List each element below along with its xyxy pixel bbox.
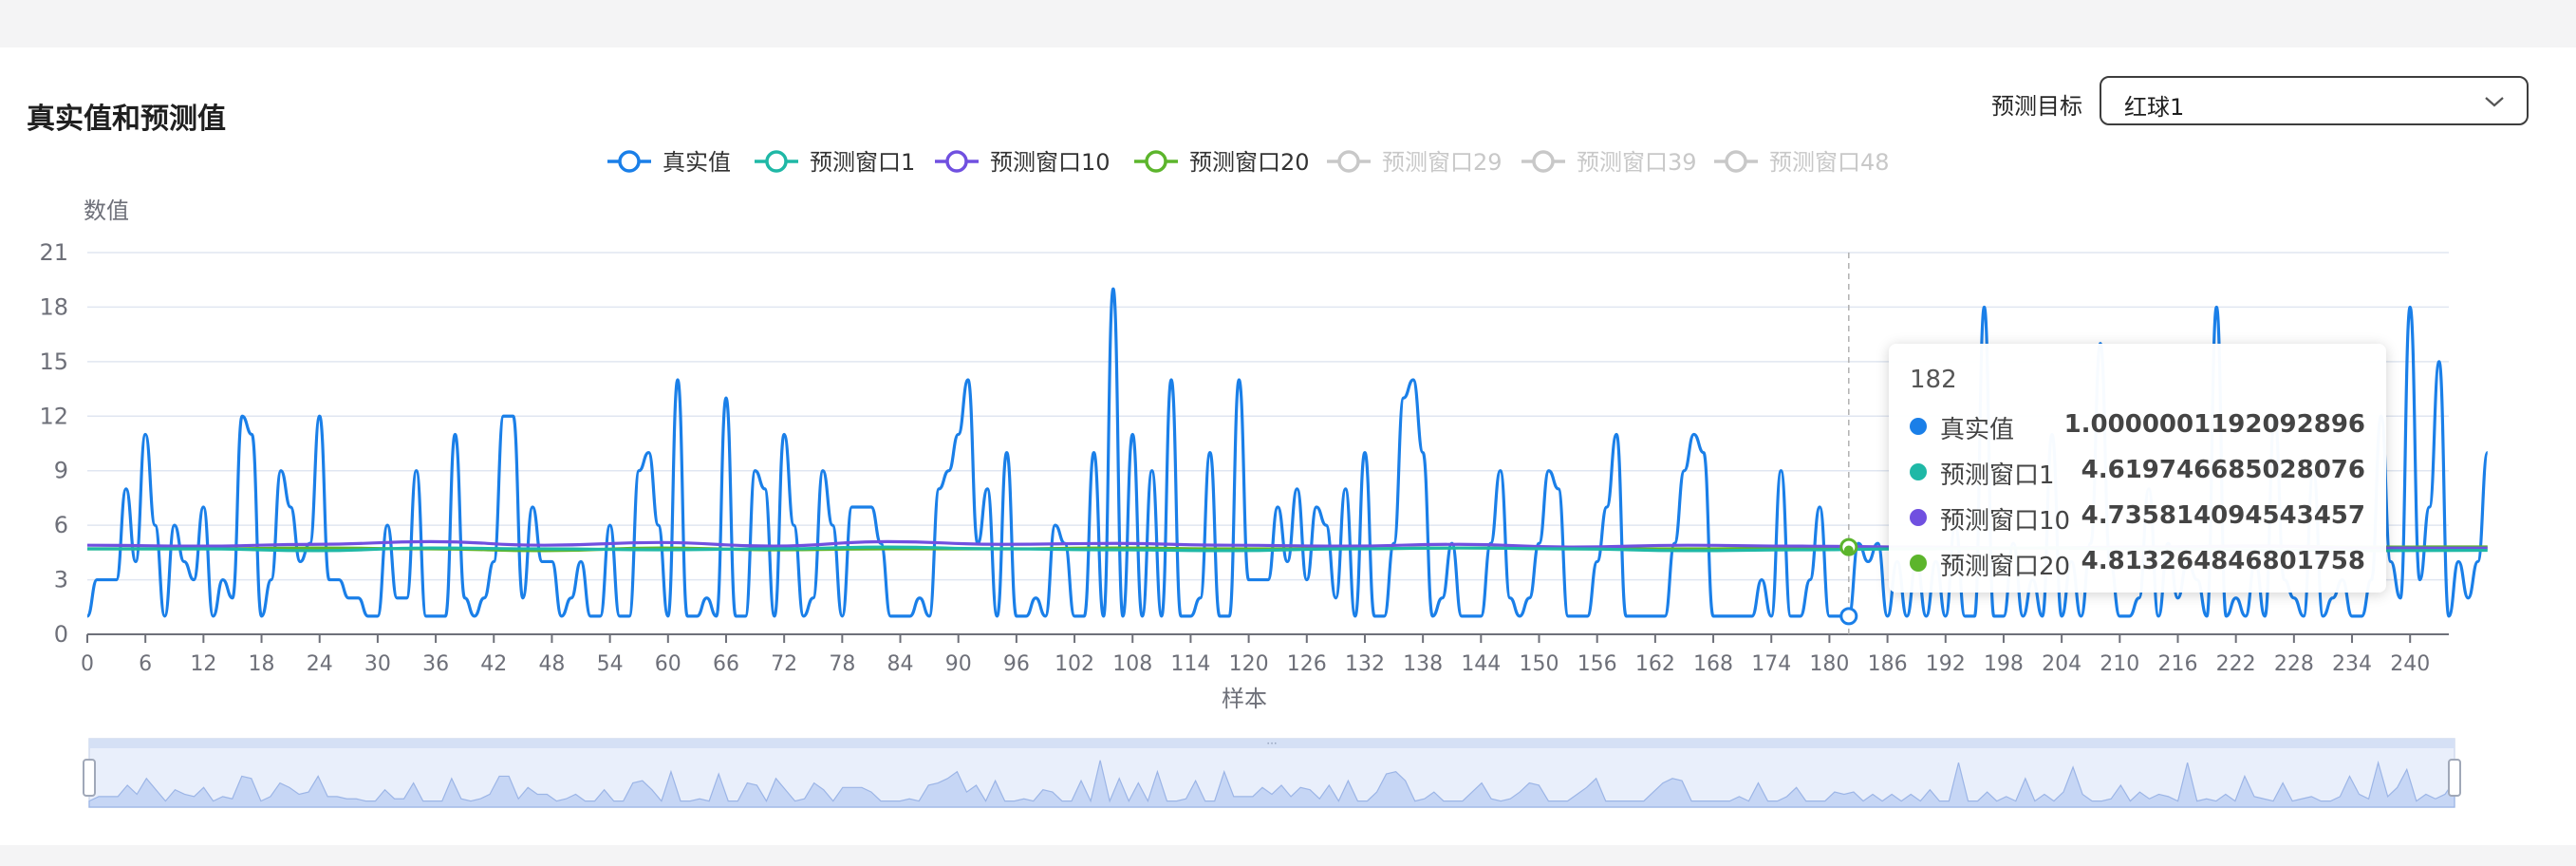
y-tick-label: 9 bbox=[54, 458, 68, 484]
legend-circle-icon bbox=[1337, 150, 1360, 173]
legend-item[interactable]: 真实值 bbox=[607, 149, 731, 176]
legend-item[interactable]: 预测窗口1 bbox=[755, 149, 915, 176]
x-tick-label: 54 bbox=[597, 652, 624, 676]
zoom-handle-left[interactable] bbox=[83, 759, 96, 797]
tooltip-row: 真实值 1.0000001192092896 bbox=[1910, 403, 2365, 448]
legend-label: 预测窗口39 bbox=[1577, 149, 1697, 176]
x-tick-label: 36 bbox=[422, 652, 449, 676]
x-tick-label: 234 bbox=[2332, 652, 2372, 676]
tooltip-dot-icon bbox=[1910, 509, 1927, 526]
legend-item[interactable]: 预测窗口20 bbox=[1134, 149, 1310, 176]
x-tick-label: 6 bbox=[139, 652, 152, 676]
y-tick-label: 12 bbox=[39, 403, 68, 429]
chart-tooltip: 182 真实值 1.0000001192092896 预测窗口1 4.61974… bbox=[1889, 344, 2386, 593]
legend-circle-icon bbox=[765, 150, 788, 173]
x-tick-label: 162 bbox=[1635, 652, 1675, 676]
x-tick-label: 108 bbox=[1112, 652, 1152, 676]
tooltip-dot-icon bbox=[1910, 418, 1927, 435]
legend-item[interactable]: 预测窗口29 bbox=[1327, 149, 1503, 176]
tooltip-series-value: 4.735814094543457 bbox=[2081, 501, 2365, 530]
y-axis-label: 数值 bbox=[84, 198, 129, 224]
tooltip-row: 预测窗口1 4.619746685028076 bbox=[1910, 448, 2365, 494]
y-tick-label: 21 bbox=[39, 239, 68, 266]
x-tick-label: 156 bbox=[1577, 652, 1617, 676]
tooltip-series-value: 4.619746685028076 bbox=[2081, 456, 2365, 484]
tooltip-series-name: 真实值 bbox=[1940, 416, 2015, 444]
x-tick-label: 132 bbox=[1345, 652, 1385, 676]
x-tick-label: 222 bbox=[2216, 652, 2256, 676]
x-tick-label: 144 bbox=[1461, 652, 1501, 676]
x-tick-label: 186 bbox=[1868, 652, 1908, 676]
x-tick-label: 96 bbox=[1003, 652, 1030, 676]
x-tick-label: 12 bbox=[190, 652, 216, 676]
legend-item[interactable]: 预测窗口48 bbox=[1714, 149, 1890, 176]
legend-label: 预测窗口10 bbox=[990, 149, 1111, 176]
y-tick-label: 3 bbox=[54, 567, 68, 593]
legend-label: 预测窗口1 bbox=[810, 149, 915, 176]
legend-circle-icon bbox=[618, 150, 641, 173]
x-tick-label: 120 bbox=[1229, 652, 1269, 676]
x-tick-label: 168 bbox=[1693, 652, 1733, 676]
x-tick-label: 84 bbox=[887, 652, 914, 676]
tooltip-series-value: 1.0000001192092896 bbox=[2063, 410, 2365, 439]
zoom-grip-icon: ··· bbox=[1266, 737, 1277, 750]
x-tick-label: 48 bbox=[538, 652, 565, 676]
legend-circle-icon bbox=[1532, 150, 1555, 173]
legend-circle-icon bbox=[1145, 150, 1167, 173]
x-tick-label: 78 bbox=[829, 652, 855, 676]
x-tick-label: 18 bbox=[249, 652, 275, 676]
x-tick-label: 66 bbox=[713, 652, 739, 676]
y-tick-label: 15 bbox=[39, 348, 68, 375]
legend-label: 真实值 bbox=[663, 149, 731, 176]
x-tick-label: 198 bbox=[1984, 652, 2024, 676]
legend-label: 预测窗口29 bbox=[1382, 149, 1503, 176]
legend-circle-icon bbox=[1725, 150, 1747, 173]
tooltip-row: 预测窗口20 4.813264846801758 bbox=[1910, 539, 2365, 585]
x-tick-label: 60 bbox=[655, 652, 681, 676]
tooltip-dot-icon bbox=[1910, 463, 1927, 480]
y-tick-label: 18 bbox=[39, 293, 68, 320]
tooltip-series-name: 预测窗口20 bbox=[1940, 553, 2071, 581]
hover-point-pred bbox=[1843, 545, 1854, 555]
zoom-handle-right[interactable] bbox=[2448, 759, 2461, 797]
x-tick-label: 150 bbox=[1520, 652, 1559, 676]
x-tick-label: 240 bbox=[2390, 652, 2430, 676]
x-tick-label: 180 bbox=[1809, 652, 1849, 676]
x-tick-label: 126 bbox=[1287, 652, 1327, 676]
x-tick-label: 210 bbox=[2100, 652, 2139, 676]
x-tick-label: 204 bbox=[2042, 652, 2081, 676]
legend-label: 预测窗口48 bbox=[1769, 149, 1890, 176]
x-axis-label: 样本 bbox=[1222, 686, 1267, 712]
tooltip-series-name: 预测窗口1 bbox=[1940, 461, 2055, 490]
legend-item[interactable]: 预测窗口10 bbox=[935, 149, 1111, 176]
x-tick-label: 102 bbox=[1055, 652, 1094, 676]
legend-item[interactable]: 预测窗口39 bbox=[1521, 149, 1697, 176]
tooltip-row: 预测窗口10 4.735814094543457 bbox=[1910, 494, 2365, 539]
x-tick-label: 138 bbox=[1403, 652, 1443, 676]
x-tick-label: 174 bbox=[1751, 652, 1791, 676]
x-tick-label: 228 bbox=[2274, 652, 2314, 676]
x-tick-label: 30 bbox=[364, 652, 391, 676]
tooltip-series-name: 预测窗口10 bbox=[1940, 507, 2071, 536]
x-tick-label: 90 bbox=[945, 652, 972, 676]
legend-label: 预测窗口20 bbox=[1189, 149, 1310, 176]
y-tick-label: 6 bbox=[54, 512, 68, 538]
x-tick-label: 216 bbox=[2157, 652, 2197, 676]
y-tick-label: 0 bbox=[54, 621, 68, 648]
x-tick-label: 114 bbox=[1170, 652, 1210, 676]
tooltip-dot-icon bbox=[1910, 555, 1927, 572]
x-tick-label: 72 bbox=[771, 652, 797, 676]
x-tick-label: 24 bbox=[307, 652, 333, 676]
hover-point-actual bbox=[1839, 607, 1858, 626]
x-tick-label: 42 bbox=[480, 652, 507, 676]
tooltip-header: 182 bbox=[1910, 366, 1957, 394]
x-tick-label: 192 bbox=[1926, 652, 1966, 676]
tooltip-series-value: 4.813264846801758 bbox=[2081, 547, 2365, 575]
x-tick-label: 0 bbox=[81, 652, 94, 676]
legend-circle-icon bbox=[945, 150, 968, 173]
